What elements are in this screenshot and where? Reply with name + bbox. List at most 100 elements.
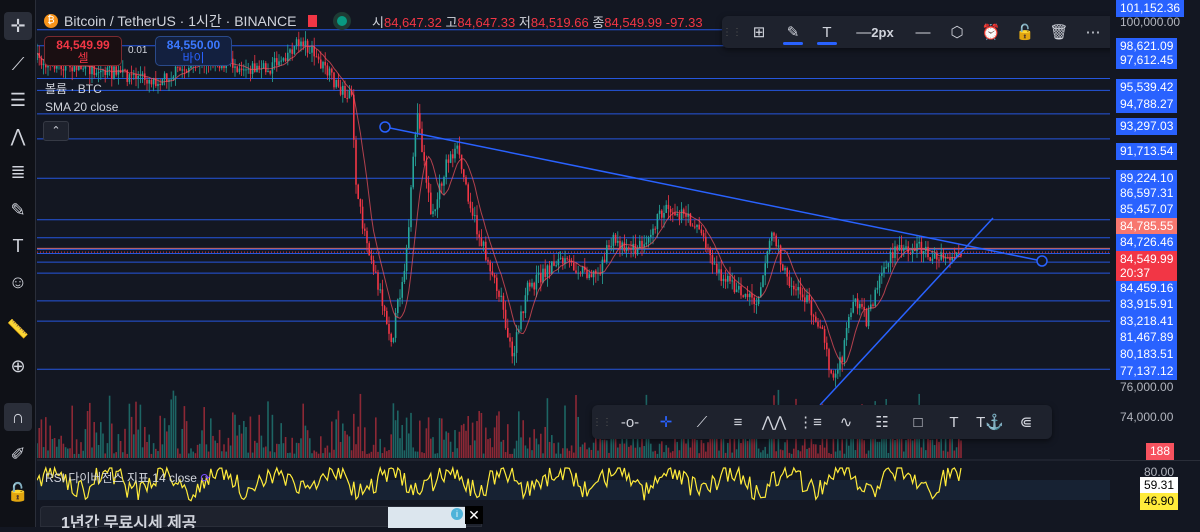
line-width-label: 2px xyxy=(871,24,894,40)
candle xyxy=(311,46,313,53)
price-level-label: 91,713.54 xyxy=(1116,143,1178,160)
volume-bar xyxy=(100,422,102,458)
candle xyxy=(727,275,729,282)
emoji-icon[interactable]: ☺ xyxy=(4,268,32,296)
trendline-icon[interactable]: ⟋ xyxy=(4,50,32,78)
chart-area[interactable] xyxy=(36,0,1110,527)
pitchfork-icon[interactable]: ⋐ xyxy=(1008,407,1044,437)
volume-legend[interactable]: 볼륨 · BTC xyxy=(45,80,102,97)
volume-bar xyxy=(511,453,513,458)
volume-bar xyxy=(401,424,403,458)
ad-close-button[interactable]: ✕ xyxy=(465,506,483,524)
candle xyxy=(753,297,755,305)
lock-drawing-icon[interactable]: ✐ xyxy=(4,440,32,468)
candle xyxy=(108,66,111,68)
text-icon[interactable]: T xyxy=(810,17,844,47)
volume-bar xyxy=(474,440,476,458)
volume-bar xyxy=(284,436,287,458)
trendline-icon[interactable]: ⟋ xyxy=(684,407,720,437)
crosshair-icon[interactable]: ✛ xyxy=(648,407,684,437)
candle xyxy=(815,316,817,322)
brush-icon[interactable]: ✎ xyxy=(4,196,32,224)
zoom-in-icon[interactable]: ⊕ xyxy=(4,352,32,380)
magnet-icon[interactable]: ∩ xyxy=(4,403,32,431)
symbol-title[interactable]: Bitcoin / TetherUS · 1시간 · BINANCE xyxy=(64,11,296,31)
collapse-legend-button[interactable]: ⌃ xyxy=(43,121,69,141)
alarm-add-icon[interactable]: ⏰ xyxy=(974,17,1008,47)
fib-icon[interactable]: ≣ xyxy=(4,158,32,186)
price-axis[interactable]: 101,152.36 98,621.09 97,612.45 95,539.42 94,… xyxy=(1110,0,1200,527)
volume-bar xyxy=(949,436,951,458)
flag-icon[interactable] xyxy=(308,15,318,27)
volume-bar xyxy=(878,441,881,458)
ruler-icon[interactable]: 📏 xyxy=(4,315,32,343)
candle xyxy=(403,270,406,282)
ascending-trendline xyxy=(819,217,994,406)
candle xyxy=(487,259,489,262)
abcd-pattern-icon[interactable]: ⋀⋀ xyxy=(756,407,792,437)
pattern-icon[interactable]: ⋀ xyxy=(4,122,32,150)
trash-icon[interactable]: 🗑 xyxy=(1042,17,1076,47)
candle xyxy=(848,317,850,328)
more-icon[interactable]: ⋯ xyxy=(1076,17,1110,47)
line-width-icon[interactable]: — 2px xyxy=(844,17,906,47)
fib-retracement-icon[interactable]: ☷ xyxy=(864,407,900,437)
candle xyxy=(876,287,879,290)
volume-bar xyxy=(124,428,126,458)
candle xyxy=(949,257,951,261)
refresh-icon[interactable]: ⟳ xyxy=(200,471,210,485)
volume-bar xyxy=(478,411,480,458)
volume-bar xyxy=(271,414,274,458)
text-icon[interactable]: T xyxy=(936,407,972,437)
candle xyxy=(159,83,161,86)
drag-handle-icon[interactable]: ⋮⋮ xyxy=(722,17,742,47)
hexagon-icon[interactable]: ⬡ xyxy=(940,17,974,47)
sma-legend[interactable]: SMA 20 close xyxy=(45,100,118,114)
text-icon[interactable]: T xyxy=(4,232,32,260)
volume-bar xyxy=(89,402,91,458)
sell-button[interactable]: 84,549.99 셀 xyxy=(44,36,122,66)
anchored-text-icon[interactable]: T⚓ xyxy=(972,407,1008,437)
ad-info-icon[interactable]: i xyxy=(451,508,463,520)
rsi-legend[interactable]: RSI 다이버전스 지표 14 close ⟳ xyxy=(45,469,210,486)
crosshair-icon[interactable]: ✛ xyxy=(4,12,32,40)
candle xyxy=(100,70,102,73)
symbol-legend: ₿ Bitcoin / TetherUS · 1시간 · BINANCE xyxy=(44,11,348,31)
parallel-channel-icon[interactable]: ≡ xyxy=(720,407,756,437)
volume-bar xyxy=(78,453,80,458)
price-chart[interactable] xyxy=(36,0,1110,527)
volume-bar xyxy=(115,452,117,458)
candle xyxy=(603,259,606,262)
unlock-icon[interactable]: 🔓 xyxy=(1008,17,1042,47)
volume-bar xyxy=(573,452,575,458)
ad-banner[interactable]: 1년간 무료시세 제공 i ✕ xyxy=(40,506,483,528)
candle xyxy=(645,242,648,245)
grid-add-icon[interactable]: ⊞ xyxy=(742,17,776,47)
fib-channel-icon[interactable]: ⋮≡ xyxy=(792,407,828,437)
elliott-wave-icon[interactable]: ∿ xyxy=(828,407,864,437)
candle xyxy=(267,70,269,73)
volume-bar xyxy=(260,435,263,458)
candle xyxy=(773,232,775,236)
volume-bar xyxy=(537,444,540,458)
line-style-icon[interactable]: — xyxy=(906,17,940,47)
rectangle-icon[interactable]: □ xyxy=(900,407,936,437)
unlock-icon[interactable]: 🔓 xyxy=(4,478,32,506)
candle xyxy=(337,79,340,87)
drag-handle-icon[interactable]: ⋮⋮ xyxy=(592,407,612,437)
pencil-icon[interactable]: ✎ xyxy=(776,17,810,47)
volume-bar xyxy=(359,393,362,458)
candle xyxy=(557,258,560,266)
volume-bar xyxy=(782,450,784,458)
volume-bar xyxy=(381,453,384,458)
left-toolbar: ✛ ⟋ ☰ ⋀ ≣ ✎ T ☺ 📏 ⊕ ∩ ✐ 🔓 xyxy=(0,0,36,527)
price-level-label: 97,612.45 xyxy=(1116,52,1178,69)
volume-bar xyxy=(412,447,414,458)
horizontal-ray-icon[interactable]: -o- xyxy=(612,407,648,437)
volume-bar xyxy=(265,446,267,458)
volume-bar xyxy=(159,415,161,458)
volume-bar xyxy=(91,447,93,458)
volume-bar xyxy=(179,453,181,458)
buy-button[interactable]: 84,550.00 바이 xyxy=(155,36,232,66)
horizontal-lines-icon[interactable]: ☰ xyxy=(4,86,32,114)
